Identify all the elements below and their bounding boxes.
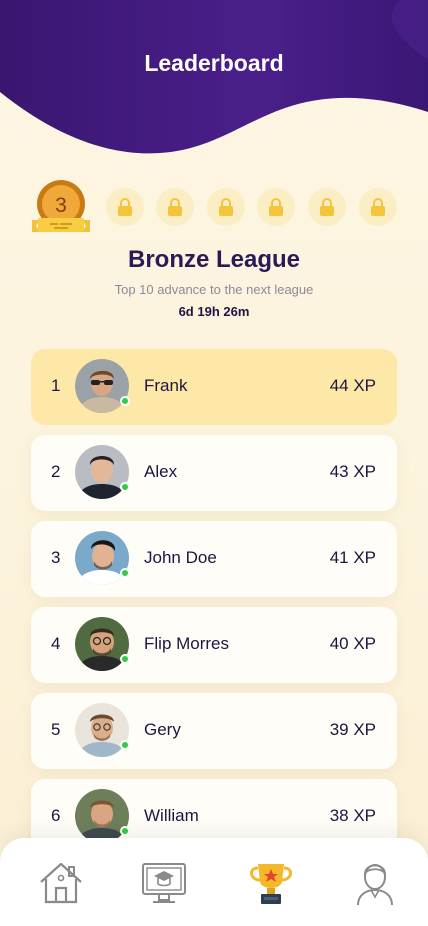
trophy-icon bbox=[250, 864, 292, 904]
badge-number: 3 bbox=[55, 194, 67, 217]
player-xp: 41 XP bbox=[329, 548, 376, 567]
home-icon bbox=[40, 862, 82, 904]
locked-league-badge[interactable] bbox=[156, 188, 194, 226]
online-status-dot bbox=[120, 396, 130, 406]
locked-league-badge[interactable] bbox=[106, 188, 144, 226]
league-timer: 6d 19h 26m bbox=[178, 304, 250, 319]
profile-icon bbox=[357, 864, 393, 906]
header-wave bbox=[0, 0, 428, 154]
rank-number: 4 bbox=[51, 634, 61, 653]
rank-number: 2 bbox=[51, 462, 61, 481]
bronze-badge[interactable]: 3 bbox=[30, 180, 92, 240]
leaderboard-row[interactable]: 5 Gery 39 XP bbox=[31, 693, 397, 769]
league-subtitle: Top 10 advance to the next league bbox=[114, 282, 314, 297]
lock-icon bbox=[118, 198, 132, 216]
player-name: Flip Morres bbox=[144, 634, 230, 653]
rank-number: 5 bbox=[51, 720, 61, 739]
header: Leaderboard bbox=[0, 0, 428, 160]
league-badges: 3 bbox=[30, 180, 398, 240]
player-name: William bbox=[144, 806, 199, 825]
player-xp: 38 XP bbox=[329, 806, 376, 825]
player-name: Alex bbox=[144, 462, 178, 481]
nav-home[interactable] bbox=[36, 858, 86, 908]
nav-leaderboard[interactable] bbox=[246, 858, 296, 908]
leaderboard-row[interactable]: 2 Alex 43 XP bbox=[31, 435, 397, 511]
bottom-navigation bbox=[0, 838, 428, 926]
player-xp: 43 XP bbox=[329, 462, 376, 481]
online-status-dot bbox=[120, 654, 130, 664]
course-icon bbox=[142, 863, 186, 903]
leaderboard-row[interactable]: 3 John Doe 41 XP bbox=[31, 521, 397, 597]
league-title: Bronze League bbox=[127, 246, 301, 273]
lock-icon bbox=[320, 198, 334, 216]
page-title: Leaderboard bbox=[144, 50, 284, 76]
player-xp: 44 XP bbox=[329, 376, 376, 395]
rank-number: 3 bbox=[51, 548, 61, 567]
lock-icon bbox=[168, 198, 182, 216]
player-name: Gery bbox=[144, 720, 181, 739]
locked-league-badge[interactable] bbox=[359, 188, 397, 226]
locked-league-badge[interactable] bbox=[207, 188, 245, 226]
player-name: John Doe bbox=[144, 548, 217, 567]
nav-profile[interactable] bbox=[350, 858, 400, 908]
online-status-dot bbox=[120, 568, 130, 578]
rank-number: 1 bbox=[51, 376, 61, 395]
locked-league-badge[interactable] bbox=[257, 188, 295, 226]
locked-league-badge[interactable] bbox=[308, 188, 346, 226]
leaderboard-row[interactable]: 4 Flip Morres 40 XP bbox=[31, 607, 397, 683]
lock-icon bbox=[219, 198, 233, 216]
online-status-dot bbox=[120, 740, 130, 750]
online-status-dot bbox=[120, 826, 130, 836]
player-name: Frank bbox=[144, 376, 188, 395]
leaderboard-row[interactable]: 1 Frank 44 XP bbox=[31, 349, 397, 425]
rank-number: 6 bbox=[51, 806, 61, 825]
online-status-dot bbox=[120, 482, 130, 492]
player-xp: 40 XP bbox=[329, 634, 376, 653]
player-xp: 39 XP bbox=[329, 720, 376, 739]
lock-icon bbox=[371, 198, 385, 216]
nav-courses[interactable] bbox=[139, 858, 189, 908]
lock-icon bbox=[269, 198, 283, 216]
